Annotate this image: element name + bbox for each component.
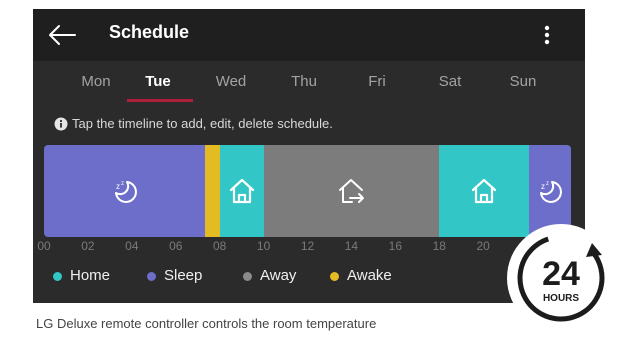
home-icon [472,178,497,204]
moon-sleep-icon: zz [114,181,137,203]
hour-label: 14 [344,239,359,253]
svg-text:z: z [546,181,549,187]
hour-label: 18 [432,239,446,253]
away-icon [339,179,365,203]
badge-unit: HOURS [543,293,579,304]
legend-dot [53,272,62,281]
tab-sun[interactable]: Sun [493,73,553,90]
image-caption: LG Deluxe remote controller controls the… [36,316,377,331]
more-menu-button[interactable] [539,21,555,49]
app-screen: Schedule Mon Tue Wed Thu Fri Sat Sun Tap the t… [33,9,585,303]
hour-label: 12 [300,239,315,253]
legend-label: Awake [347,267,392,284]
back-arrow-icon [49,25,76,45]
segment-awake[interactable] [205,145,220,237]
legend-label: Sleep [164,267,203,284]
legend-dot [330,272,339,281]
hour-label: 04 [125,239,139,253]
hour-label: 02 [81,239,95,253]
info-icon [54,117,68,131]
day-tabs: Mon Tue Wed Thu Fri Sat Sun [33,67,585,102]
legend-dot [147,272,156,281]
legend-dot [243,272,252,281]
hour-label: 08 [212,239,227,253]
tab-thu[interactable]: Thu [274,73,334,90]
legend-label: Home [70,267,111,284]
hour-label: 00 [37,239,51,253]
tab-wed[interactable]: Wed [201,73,261,90]
tab-mon[interactable]: Mon [66,73,126,90]
tab-sat[interactable]: Sat [420,73,480,90]
mode-legend: Home Sleep Away Awake [53,266,573,286]
24-hours-badge: 24 HOURS [506,223,616,333]
hour-label: 16 [388,239,402,253]
home-icon [229,178,254,204]
segment-home[interactable] [219,145,264,237]
svg-text:z: z [541,182,545,191]
hour-axis: 000204060810121416182022 [33,239,585,257]
tab-tue[interactable]: Tue [128,73,188,90]
info-text: Tap the timeline to add, edit, delete sc… [72,116,333,131]
hour-label: 20 [476,239,490,253]
svg-text:z: z [116,182,120,191]
24-hours-icon: 24 HOURS [507,224,615,332]
tab-fri[interactable]: Fri [347,73,407,90]
page-title: Schedule [109,22,190,42]
hour-label: 06 [169,239,183,253]
app-header: Schedule [33,9,585,61]
legend-label: Away [260,267,297,284]
more-vertical-icon [544,25,550,45]
segment-sleep[interactable]: zz [44,145,206,237]
moon-sleep-icon: zz [540,181,563,203]
badge-number: 24 [542,255,580,293]
segment-away[interactable] [263,145,440,237]
hour-label: 10 [256,239,271,253]
schedule-timeline[interactable]: zzzz [44,145,571,237]
back-button[interactable] [45,19,79,51]
svg-text:z: z [121,181,124,187]
selected-day-indicator [127,99,193,102]
